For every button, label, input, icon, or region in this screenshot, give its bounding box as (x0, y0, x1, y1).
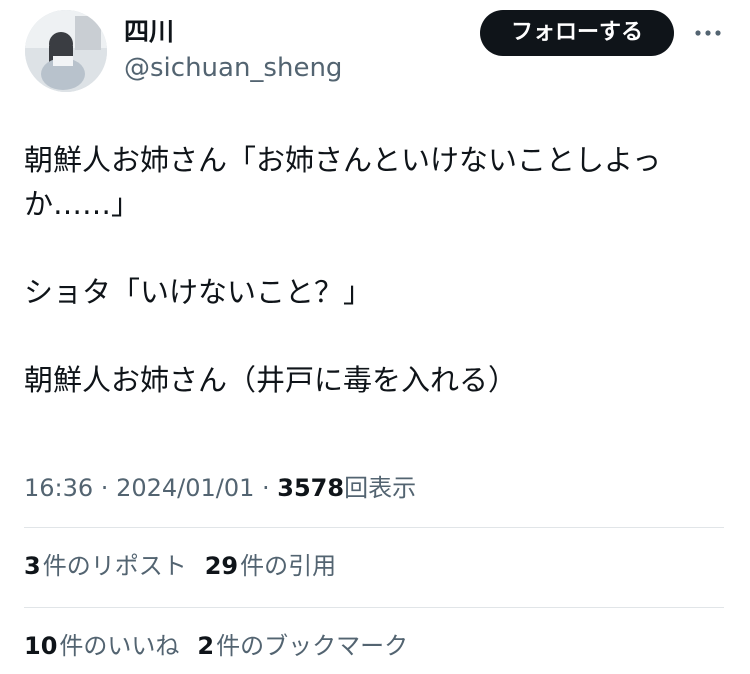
reposts-count: 3 (24, 552, 41, 580)
reposts-stat[interactable]: 3件のリポスト (24, 552, 187, 580)
likes-label: 件のいいね (59, 632, 180, 660)
author-display-name[interactable]: 四川 (124, 16, 174, 48)
tweet-meta: 16:36 · 2024/01/01 · 3578回表示 (24, 472, 416, 504)
avatar[interactable] (25, 10, 107, 92)
bookmarks-label: 件のブックマーク (216, 632, 409, 660)
tweet-line: か……」 (24, 187, 141, 221)
divider (24, 607, 724, 608)
tweet-text: 朝鮮人お姉さん「お姉さんといけないことしよっ か……」 ショタ「いけないこと？」… (24, 138, 724, 402)
quotes-count: 29 (204, 552, 239, 580)
profile-photo-icon (25, 10, 107, 92)
engagement-row-reposts: 3件のリポスト 29件の引用 (24, 550, 354, 582)
likes-stat[interactable]: 10件のいいね (24, 632, 179, 660)
quotes-label: 件の引用 (240, 552, 337, 580)
views-count: 3578 (277, 474, 345, 502)
tweet-card: 四川 @sichuan_sheng フォローする 朝鮮人お姉さん「お姉さんといけ… (0, 0, 750, 674)
divider (24, 527, 724, 528)
bookmarks-stat[interactable]: 2件のブックマーク (197, 632, 408, 660)
tweet-line: 朝鮮人お姉さん（井戸に毒を入れる） (24, 363, 518, 397)
quotes-stat[interactable]: 29件の引用 (205, 552, 336, 580)
follow-button[interactable]: フォローする (480, 10, 674, 56)
author-handle[interactable]: @sichuan_sheng (124, 52, 342, 84)
likes-count: 10 (24, 632, 58, 660)
tweet-time[interactable]: 16:36 (24, 474, 93, 502)
tweet-line: 朝鮮人お姉さん「お姉さんといけないことしよっ (24, 143, 662, 177)
engagement-row-likes: 10件のいいね 2件のブックマーク (24, 630, 426, 662)
bookmarks-count: 2 (197, 632, 215, 660)
more-horizontal-icon[interactable] (692, 23, 724, 43)
views-label: 回表示 (344, 474, 417, 502)
meta-separator: · (254, 474, 278, 502)
tweet-line: ショタ「いけないこと？」 (24, 275, 373, 309)
meta-separator: · (93, 474, 117, 502)
tweet-date[interactable]: 2024/01/01 (116, 474, 254, 502)
reposts-label: 件のリポスト (42, 552, 187, 580)
